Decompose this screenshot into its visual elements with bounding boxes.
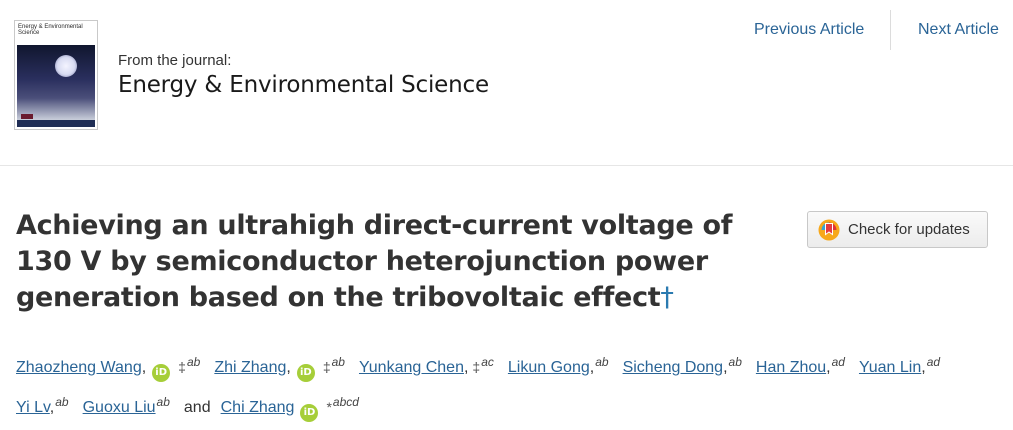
author-name-link[interactable]: Yuan Lin [859, 359, 921, 376]
author-entry: Yi Lv,ab [16, 385, 69, 425]
author-affiliation-superscript[interactable]: ad [927, 355, 940, 369]
author-entry: Yunkang Chen, ‡ac [359, 345, 494, 385]
cover-footer-bar [17, 120, 95, 127]
check-for-updates-button[interactable]: Check for updates [807, 211, 988, 248]
journal-cover-image[interactable]: Energy & Environmental Science [14, 20, 98, 130]
author-affiliation-superscript[interactable]: abcd [333, 395, 359, 409]
orcid-icon[interactable]: iD [300, 404, 319, 422]
title-footnote-dagger[interactable]: † [660, 282, 674, 313]
author-entry: Han Zhou,ad [756, 345, 845, 385]
author-separator: , [589, 359, 595, 376]
author-affiliation-superscript[interactable]: ab [55, 395, 68, 409]
author-entry: Zhaozheng Wang, iD ‡ab [16, 345, 200, 385]
article-title: Achieving an ultrahigh direct-current vo… [16, 208, 776, 316]
author-name-link[interactable]: Zhi Zhang [214, 359, 286, 376]
orcid-icon[interactable]: iD [296, 364, 315, 382]
orcid-icon[interactable]: iD [152, 364, 171, 382]
author-separator: , [826, 359, 831, 376]
journal-name-link[interactable]: Energy & Environmental Science [118, 72, 489, 98]
author-name-link[interactable]: Chi Zhang [221, 399, 295, 416]
author-name-link[interactable]: Han Zhou [756, 359, 826, 376]
author-note-mark[interactable]: ‡ [323, 359, 331, 375]
author-name-link[interactable]: Yi Lv [16, 399, 50, 416]
author-separator: , [921, 359, 926, 376]
author-entry: Yuan Lin,ad [859, 345, 940, 385]
author-separator: , [723, 359, 728, 376]
author-separator: , [141, 359, 147, 376]
author-name-link[interactable]: Guoxu Liu [83, 399, 156, 416]
author-name-link[interactable]: Zhaozheng Wang [16, 359, 142, 376]
author-affiliation-superscript[interactable]: ad [832, 355, 845, 369]
author-affiliation-superscript[interactable]: ac [481, 355, 494, 369]
author-note-mark[interactable]: * [326, 399, 331, 415]
author-entry: Zhi Zhang, iD ‡ab [214, 345, 345, 385]
author-affiliation-superscript[interactable]: ab [595, 355, 608, 369]
authors-conjunction: and [183, 399, 211, 416]
crossmark-icon [818, 219, 840, 240]
author-affiliation-superscript[interactable]: ab [729, 355, 742, 369]
cover-badge [21, 114, 33, 119]
from-journal-label: From the journal: [118, 52, 232, 69]
cover-artwork [17, 45, 95, 121]
author-entry: Guoxu Liuab [83, 385, 170, 425]
cover-moon [55, 55, 77, 77]
author-affiliation-superscript[interactable]: ab [332, 355, 345, 369]
previous-article-link[interactable]: Previous Article [754, 21, 864, 39]
author-entry: Likun Gong,ab [508, 345, 609, 385]
author-note-mark[interactable]: ‡ [472, 359, 480, 375]
nav-divider [890, 10, 891, 50]
author-affiliation-superscript[interactable]: ab [187, 355, 200, 369]
author-affiliation-superscript[interactable]: ab [157, 395, 170, 409]
author-name-link[interactable]: Yunkang Chen [359, 359, 464, 376]
author-list: Zhaozheng Wang, iD ‡ab Zhi Zhang, iD ‡ab Yunka… [16, 345, 1006, 425]
header-divider [0, 165, 1013, 166]
author-entry: Sicheng Dong,ab [623, 345, 742, 385]
author-separator: , [463, 359, 469, 376]
article-title-text: Achieving an ultrahigh direct-current vo… [16, 210, 733, 313]
author-note-mark[interactable]: ‡ [178, 359, 186, 375]
author-name-link[interactable]: Likun Gong [508, 359, 590, 376]
author-separator: , [49, 399, 55, 416]
cover-title: Energy & Environmental Science [18, 24, 83, 36]
author-name-link[interactable]: Sicheng Dong [623, 359, 724, 376]
author-entry: Chi Zhang iD *abcd [221, 385, 359, 425]
check-for-updates-label: Check for updates [848, 221, 970, 238]
next-article-link[interactable]: Next Article [918, 21, 999, 39]
author-separator: , [286, 359, 291, 376]
